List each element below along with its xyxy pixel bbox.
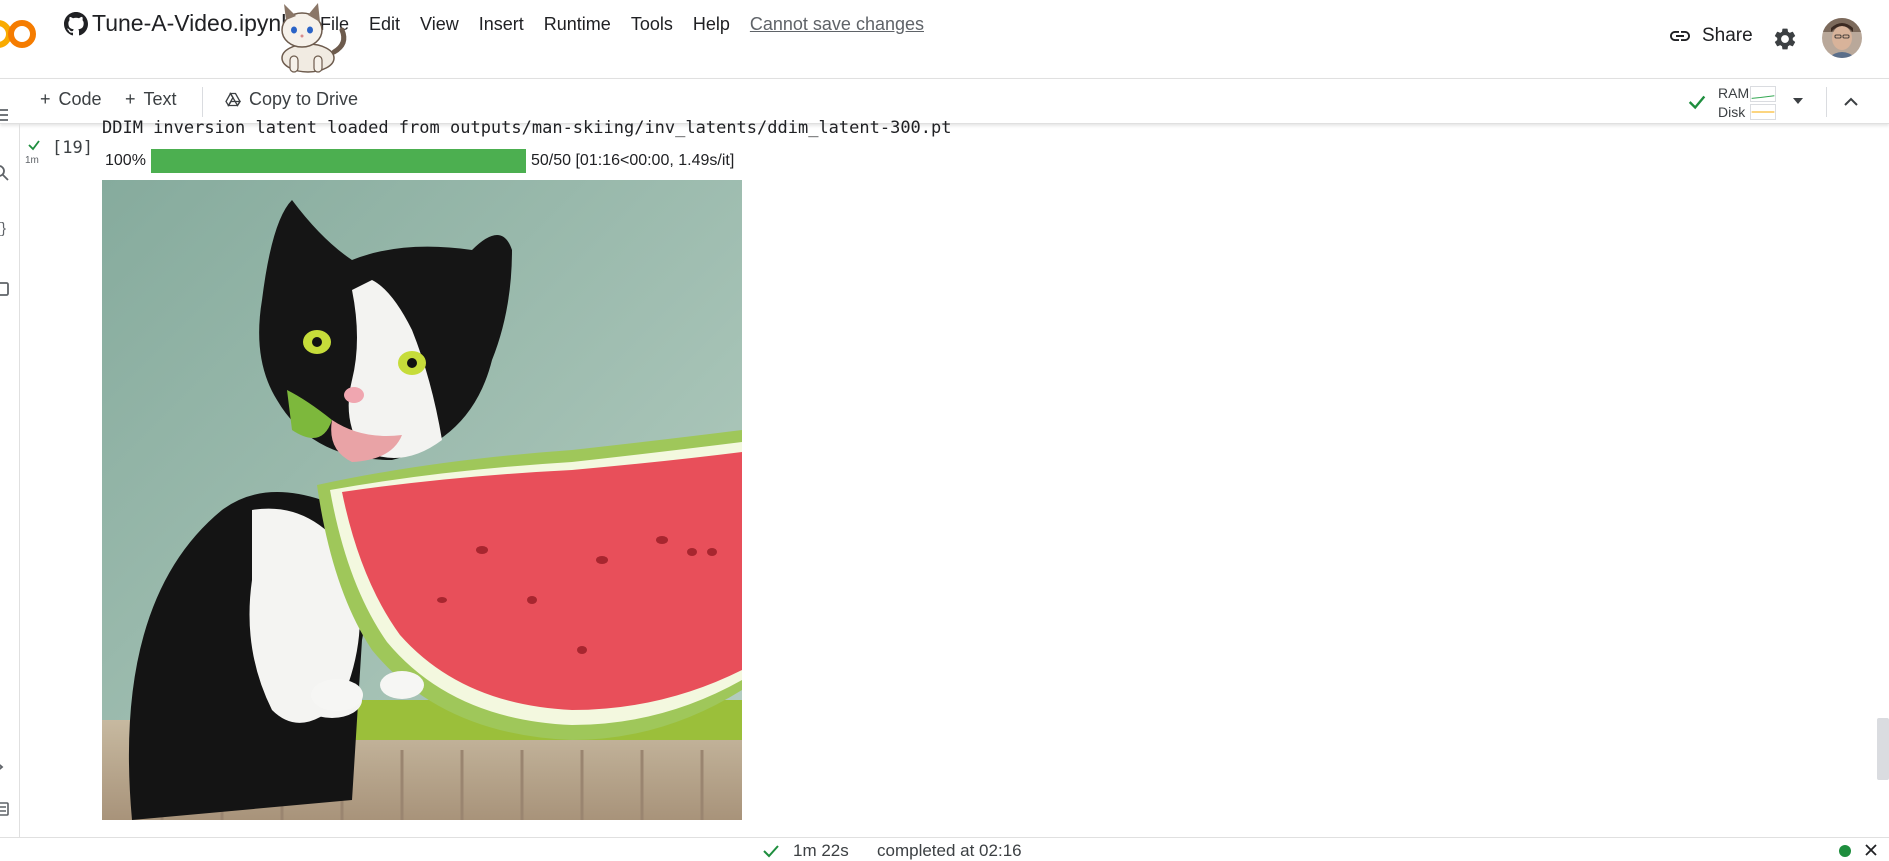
plus-icon: +	[40, 89, 51, 109]
drive-icon	[225, 91, 241, 107]
close-icon[interactable]	[1864, 843, 1878, 857]
search-icon[interactable]	[0, 164, 10, 182]
execution-count[interactable]: [19]	[52, 138, 93, 158]
cat-mascot-icon	[281, 3, 347, 73]
menu-icon[interactable]	[0, 106, 10, 124]
share-button[interactable]: Share	[1668, 24, 1753, 48]
toolbar-divider	[1826, 87, 1827, 117]
chevron-down-icon[interactable]	[1790, 93, 1806, 109]
menu-runtime[interactable]: Runtime	[534, 14, 621, 35]
code-snippets-icon[interactable]: {}	[0, 220, 14, 238]
cell-run-time: 1m	[25, 155, 39, 166]
files-icon[interactable]	[0, 280, 10, 298]
toolbar-divider	[202, 87, 203, 117]
completed-check-icon	[763, 845, 779, 858]
scrollbar-thumb[interactable]	[1877, 718, 1889, 780]
left-sidebar: {}	[0, 109, 20, 837]
app-header: Tune-A-Video.ipynb File Edit View Insert…	[0, 0, 1889, 78]
share-label: Share	[1702, 25, 1753, 46]
runtime-status-dot-icon	[1839, 845, 1851, 857]
status-bar: 1m 22s completed at 02:16	[0, 837, 1889, 861]
progress-bar	[151, 149, 526, 173]
ram-label: RAM	[1718, 85, 1750, 101]
cell-success-check-icon	[28, 140, 40, 151]
disk-label: Disk	[1718, 104, 1746, 120]
plus-icon: +	[125, 89, 136, 109]
disk-usage-graph[interactable]	[1750, 104, 1776, 120]
output-image-cat-watermelon	[102, 180, 742, 820]
github-icon[interactable]	[64, 12, 88, 36]
menu-help[interactable]: Help	[683, 14, 740, 35]
menu-insert[interactable]: Insert	[469, 14, 534, 35]
execution-duration[interactable]: 1m 22s	[793, 841, 849, 861]
menu-view[interactable]: View	[410, 14, 469, 35]
add-text-button[interactable]: + Text	[125, 89, 177, 110]
copy-to-drive-label: Copy to Drive	[249, 89, 359, 109]
gear-icon[interactable]	[1772, 26, 1798, 52]
avatar[interactable]	[1822, 18, 1862, 58]
chevron-up-icon[interactable]	[1840, 91, 1862, 113]
link-icon	[1670, 31, 1690, 41]
add-code-button[interactable]: + Code	[40, 89, 102, 110]
ram-usage-graph[interactable]	[1750, 86, 1776, 102]
progress-bar-fill	[151, 149, 526, 173]
save-status-link[interactable]: Cannot save changes	[740, 14, 924, 35]
copy-to-drive-button[interactable]: Copy to Drive	[225, 89, 358, 110]
menu-edit[interactable]: Edit	[359, 14, 410, 35]
cell-stdout: DDIM inversion latent loaded from output…	[102, 118, 952, 138]
completed-at-label[interactable]: completed at 02:16	[877, 841, 1022, 861]
command-palette-icon[interactable]	[0, 800, 10, 818]
menu-tools[interactable]: Tools	[621, 14, 683, 35]
menu-bar: File Edit View Insert Runtime Tools Help…	[320, 14, 924, 35]
terminal-icon[interactable]	[0, 758, 10, 776]
progress-detail: 50/50 [01:16<00:00, 1.49s/it]	[531, 152, 735, 169]
progress-percent: 100%	[105, 152, 146, 169]
connected-check-icon[interactable]	[1686, 91, 1708, 113]
add-text-label: Text	[143, 89, 177, 109]
colab-logo[interactable]	[0, 16, 42, 52]
add-code-label: Code	[58, 89, 102, 109]
